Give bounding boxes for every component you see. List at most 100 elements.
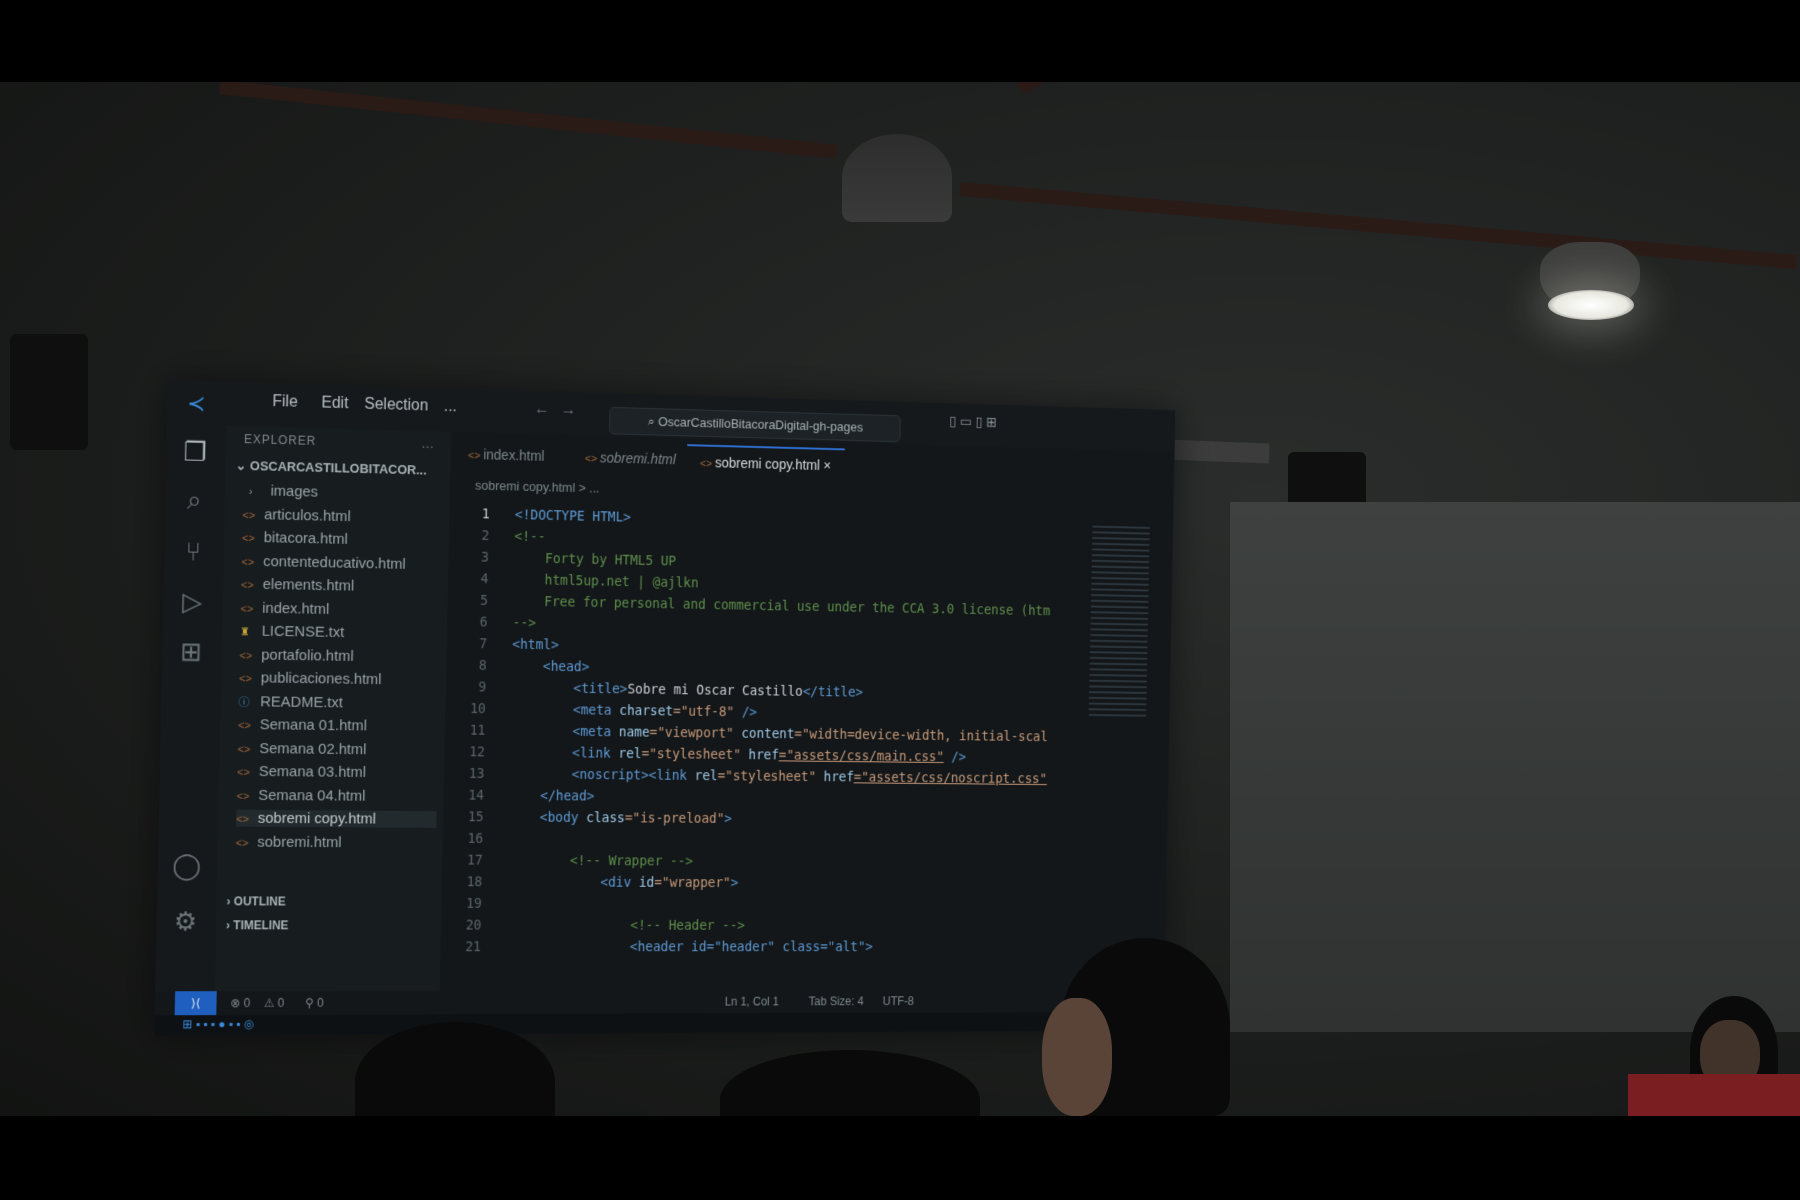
html-file-icon: <>: [240, 579, 254, 592]
file-item[interactable]: <> Semana 03.html: [237, 763, 438, 782]
forward-arrow-icon[interactable]: →: [561, 402, 577, 420]
wall: [1230, 502, 1800, 1032]
file-label: images: [270, 482, 319, 501]
tab-index[interactable]: <> index.html: [454, 438, 558, 472]
file-label: Semana 04.html: [258, 786, 366, 805]
back-arrow-icon[interactable]: ←: [534, 401, 550, 419]
file-label: sobremi.html: [257, 833, 342, 851]
file-label: Semana 02.html: [259, 739, 367, 758]
vscode-logo-icon: ≺: [186, 390, 206, 417]
menu-more[interactable]: ...: [444, 398, 457, 416]
explorer-more-button[interactable]: ...: [422, 437, 435, 451]
html-file-icon: <>: [237, 719, 251, 733]
file-item[interactable]: <> contenteducativo.html: [241, 552, 441, 573]
taskbar-app-icons[interactable]: ⊞ ▪ ▪ ▪ ● ▪ ▪ ◎: [182, 1017, 254, 1031]
speaker-left: [10, 334, 88, 450]
ceiling-beam: [1016, 82, 1232, 96]
file-label: elements.html: [262, 575, 355, 595]
menu-selection[interactable]: Selection: [364, 396, 428, 416]
projected-screen: ≺ ❐ ⌕ ⑂ ▷ ⊞ ◯ ⚙ File Edit Selection ... …: [154, 380, 1176, 1036]
file-item[interactable]: <> Semana 01.html: [238, 716, 439, 735]
project-folder[interactable]: ⌄ OSCARCASTILLOBITACOR...: [235, 458, 426, 479]
problems-warnings[interactable]: ⚠ 0: [264, 996, 285, 1010]
file-label: contenteducativo.html: [263, 552, 406, 573]
search-icon[interactable]: ⌕: [179, 484, 209, 515]
file-item[interactable]: <> Semana 02.html: [237, 739, 438, 758]
file-item[interactable]: <> bitacora.html: [242, 529, 442, 550]
explorer-header: EXPLORER: [243, 432, 317, 448]
extensions-icon[interactable]: ⊞: [176, 636, 206, 666]
tab-size[interactable]: Tab Size: 4: [809, 994, 864, 1008]
file-item[interactable]: <> sobremi copy.html: [236, 809, 437, 828]
folder-item[interactable]: › images: [249, 482, 449, 504]
file-item[interactable]: <> portafolio.html: [239, 646, 439, 666]
file-label: portafolio.html: [261, 646, 354, 665]
letterbox-top: [0, 0, 1800, 82]
student-face: [1042, 998, 1112, 1116]
info-icon: ⓘ: [238, 696, 250, 709]
menu-file[interactable]: File: [272, 393, 298, 412]
ports-indicator[interactable]: ⚲ 0: [305, 996, 324, 1010]
html-file-icon: <>: [237, 766, 250, 779]
file-item[interactable]: <> Semana 04.html: [236, 786, 437, 804]
explorer-icon[interactable]: ❐: [180, 436, 210, 467]
run-debug-icon[interactable]: ▷: [177, 586, 207, 617]
file-label: Semana 03.html: [258, 763, 366, 781]
file-item[interactable]: <> index.html: [240, 599, 440, 619]
html-file-icon: <>: [238, 673, 252, 686]
html-file-icon: <>: [699, 458, 716, 471]
chevron-right-icon: ›: [248, 486, 253, 499]
html-file-icon: <>: [584, 453, 600, 466]
html-file-icon: <>: [236, 813, 249, 826]
ports-icon: ⚲: [304, 995, 318, 1010]
file-item[interactable]: ⓘ README.txt: [238, 693, 438, 712]
lamp-glow: [1548, 290, 1634, 320]
license-icon: ♜: [239, 626, 250, 639]
file-label: publicaciones.html: [260, 669, 382, 689]
account-icon[interactable]: ◯: [172, 850, 202, 880]
html-file-icon: <>: [240, 602, 254, 616]
cursor-position[interactable]: Ln 1, Col 1: [725, 995, 779, 1009]
remote-indicator-icon[interactable]: ⟩⟨: [174, 991, 217, 1016]
file-label: README.txt: [260, 692, 343, 711]
file-label: Semana 01.html: [259, 716, 367, 735]
file-item[interactable]: <> elements.html: [241, 576, 441, 597]
file-item[interactable]: <> publicaciones.html: [239, 669, 439, 689]
source-control-icon[interactable]: ⑂: [178, 536, 208, 567]
timeline-section[interactable]: › TIMELINE: [226, 918, 289, 932]
html-file-icon: <>: [236, 790, 250, 803]
html-file-icon: <>: [242, 509, 256, 522]
tab-sobremi-copy[interactable]: <> sobremi copy.html ×: [686, 444, 845, 482]
settings-gear-icon[interactable]: ⚙: [170, 906, 200, 936]
html-file-icon: <>: [239, 649, 253, 662]
editor-area: <> index.html <> sobremi.html <> sobremi…: [439, 431, 1175, 991]
ceiling-beam: [219, 82, 838, 159]
tab-sobremi[interactable]: <> sobremi.html: [571, 441, 689, 475]
file-item[interactable]: ♜ LICENSE.txt: [240, 622, 440, 642]
red-bag: [1628, 1074, 1800, 1116]
file-item[interactable]: <> articulos.html: [242, 505, 442, 526]
minimap[interactable]: [1088, 525, 1150, 717]
workspace-name: OscarCastilloBitacoraDigital-gh-pages: [657, 414, 864, 435]
file-label: bitacora.html: [263, 529, 349, 548]
encoding[interactable]: UTF-8: [883, 994, 915, 1008]
file-label: articulos.html: [263, 505, 351, 525]
close-tab-icon[interactable]: ×: [823, 458, 831, 474]
menu-edit[interactable]: Edit: [321, 395, 348, 414]
html-file-icon: <>: [241, 532, 255, 545]
chevron-down-icon: ⌄: [235, 457, 251, 474]
file-label: LICENSE.txt: [261, 622, 345, 641]
breadcrumb[interactable]: sobremi copy.html > ...: [475, 478, 600, 496]
ceiling-beam: [959, 182, 1798, 270]
outline-section[interactable]: › OUTLINE: [226, 894, 285, 908]
file-label: index.html: [262, 599, 330, 618]
html-file-icon: <>: [467, 450, 484, 463]
file-item[interactable]: <> sobremi.html: [236, 833, 437, 851]
letterbox-bottom: [0, 1116, 1800, 1200]
layout-toggle-icons[interactable]: ▯ ▭ ▯ ⊞: [949, 413, 997, 431]
search-icon: ⌕: [647, 413, 659, 429]
explorer-sidebar: EXPLORER ... ⌄ OSCARCASTILLOBITACOR... ›…: [214, 425, 452, 992]
vscode-window: ≺ ❐ ⌕ ⑂ ▷ ⊞ ◯ ⚙ File Edit Selection ... …: [154, 380, 1176, 1036]
problems-errors[interactable]: ⊗ 0: [230, 996, 250, 1010]
code-editor[interactable]: 1 <!DOCTYPE HTML> 2 <!-- 3 Forty by HTML5 …: [450, 503, 1174, 955]
